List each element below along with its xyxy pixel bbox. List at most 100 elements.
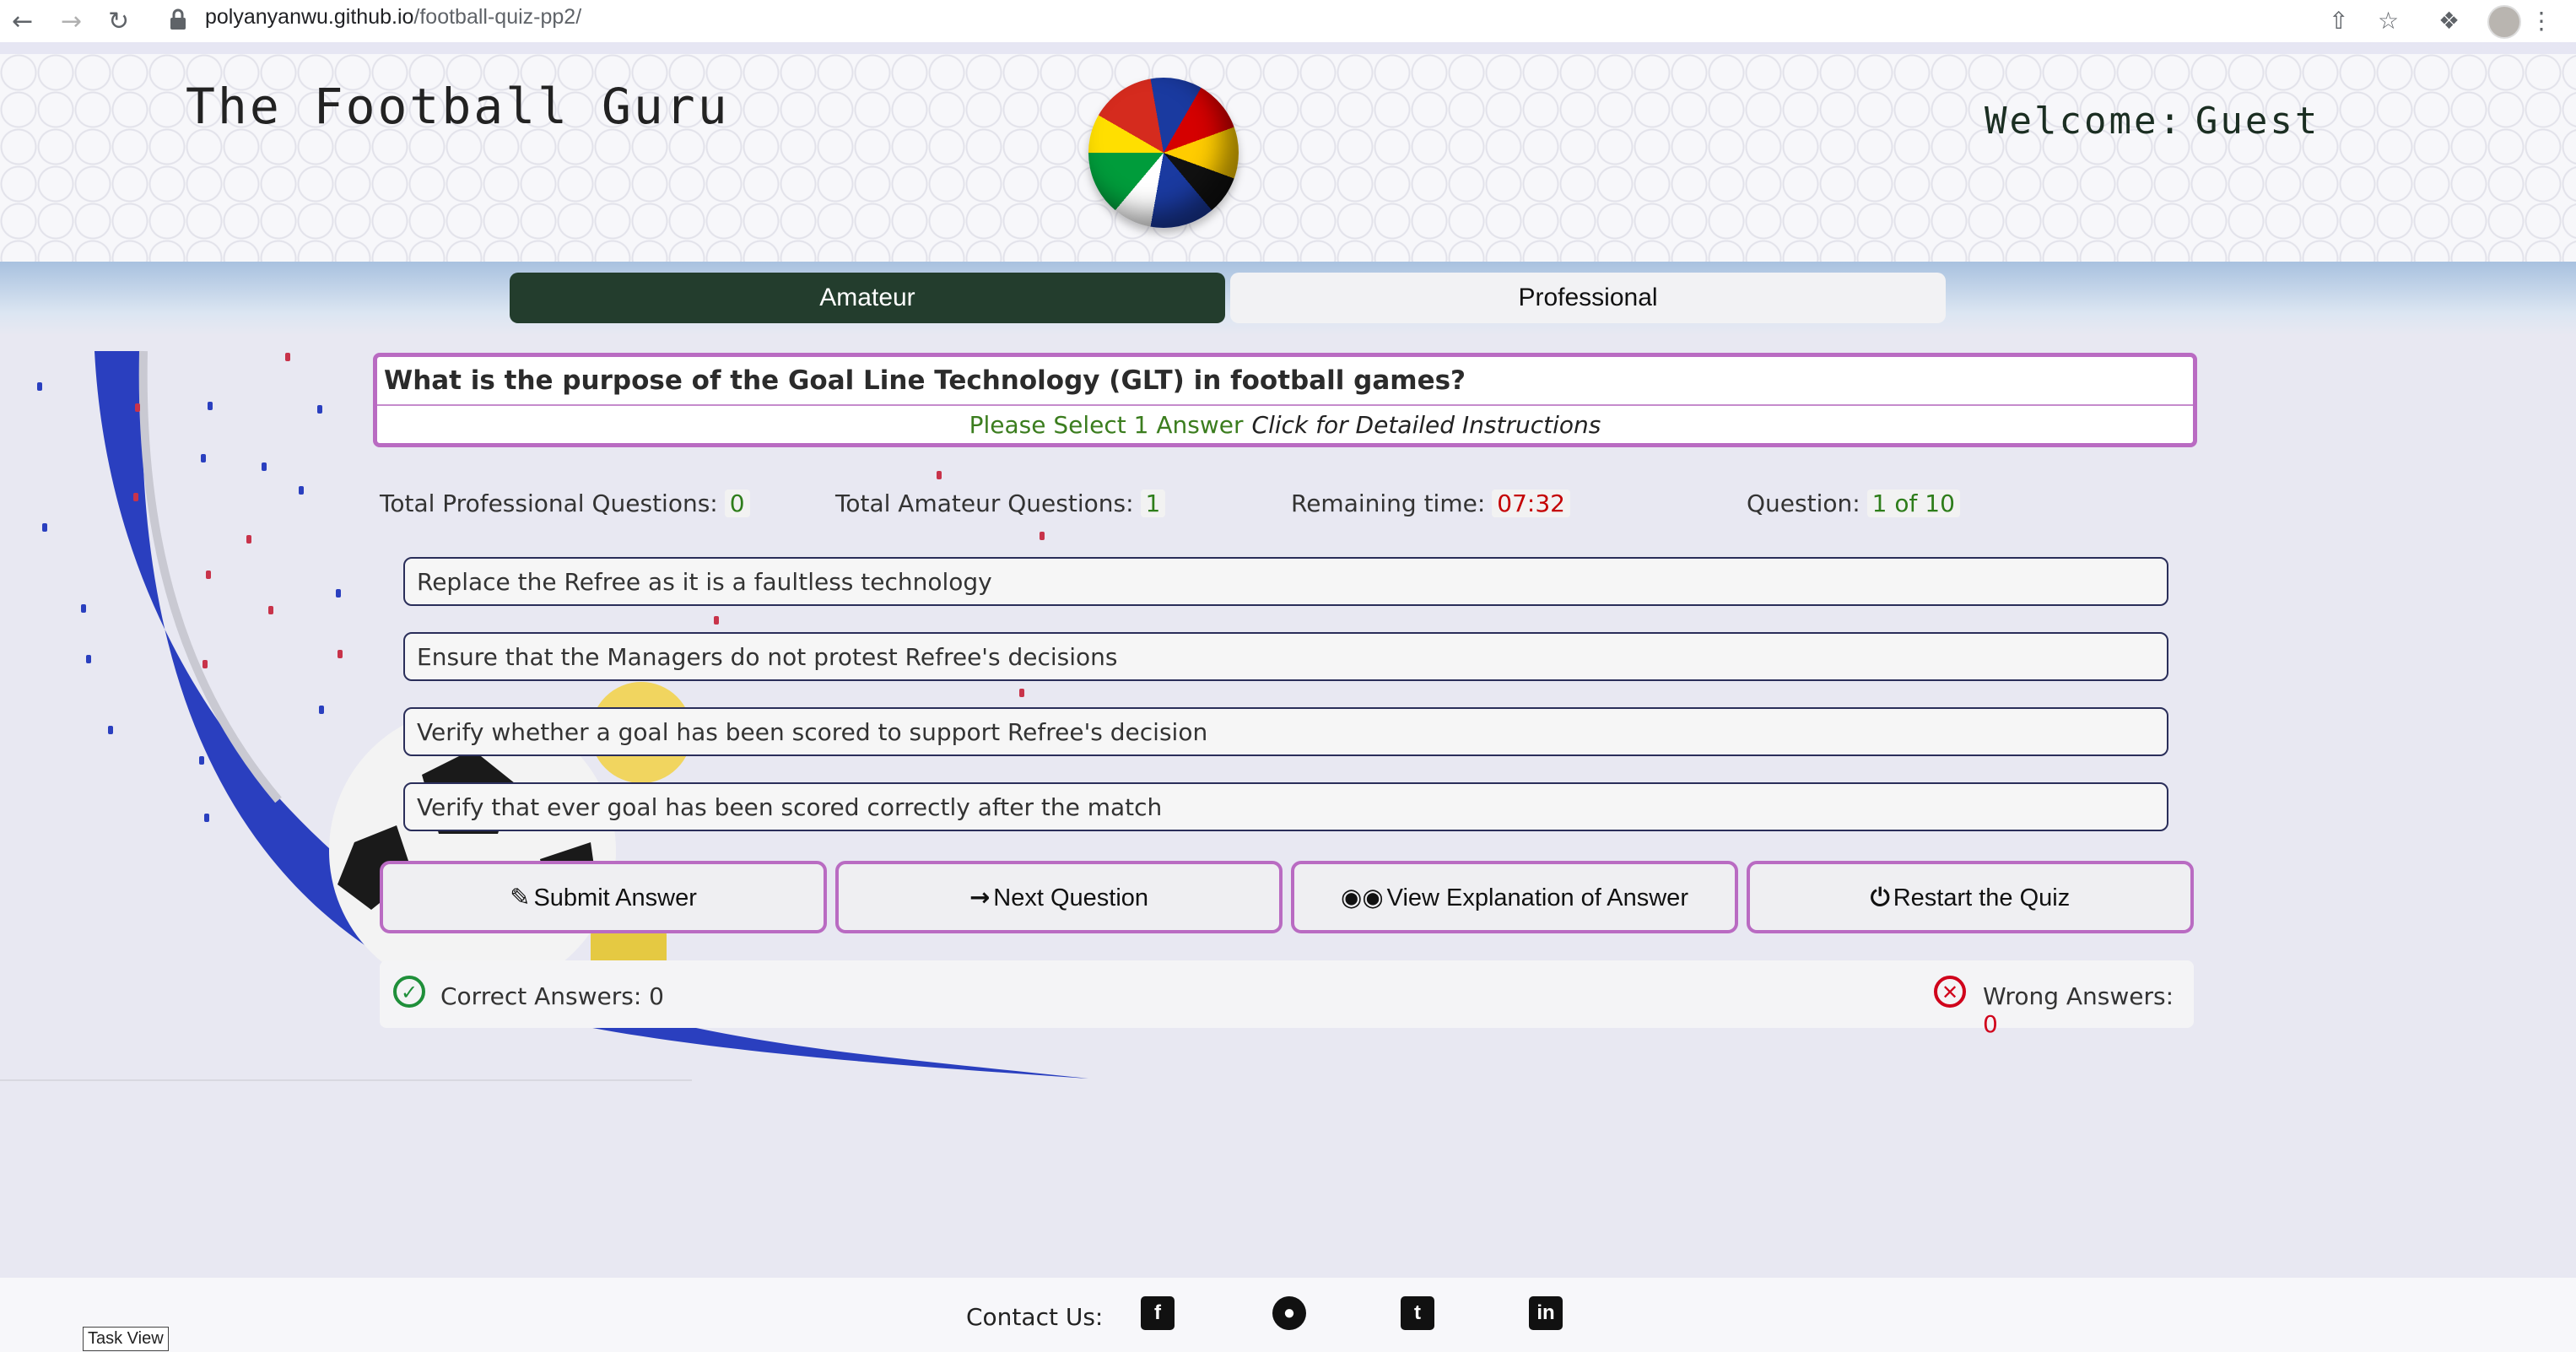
instructions-link[interactable]: Please Select 1 Answer Click for Detailed…	[377, 411, 2193, 439]
confetti-piece	[336, 589, 341, 598]
answer-option-2[interactable]: Ensure that the Managers do not protest …	[403, 632, 2168, 681]
url-path: /football-quiz-pp2/	[413, 5, 582, 29]
task-view-tooltip: Task View	[83, 1327, 169, 1351]
confetti-piece	[42, 523, 47, 532]
correct-answers-label: Correct Answers:	[440, 982, 642, 1010]
submit-answer-button[interactable]: ✎ Submit Answer	[380, 861, 827, 933]
remaining-time-label: Remaining time:	[1291, 489, 1486, 517]
confetti-piece	[199, 756, 204, 765]
confetti-piece	[86, 655, 91, 663]
amateur-questions-count: 1	[1140, 489, 1166, 517]
github-icon[interactable]: ●	[1272, 1296, 1306, 1330]
answer-option-text: Ensure that the Managers do not protest …	[417, 643, 1118, 671]
confetti-piece	[1019, 689, 1024, 697]
site-title[interactable]: The Football Guru	[186, 78, 730, 135]
wrong-answers-label: Wrong Answers:	[1983, 982, 2174, 1010]
confetti-piece	[338, 650, 343, 658]
username: Guest	[2195, 100, 2320, 143]
confetti-piece	[285, 353, 290, 361]
question-panel: What is the purpose of the Goal Line Tec…	[373, 353, 2197, 447]
answer-option-text: Verify that ever goal has been scored co…	[417, 793, 1163, 821]
confetti-piece	[201, 454, 206, 462]
remaining-time-stat: Remaining time: 07:32	[1291, 489, 1570, 517]
remaining-time-value: 07:32	[1492, 489, 1570, 517]
select-instruction: Please Select 1 Answer	[969, 411, 1244, 439]
header-top-stripe	[0, 42, 2576, 54]
correct-answers: Correct Answers: 0	[440, 982, 664, 1010]
answer-option-4[interactable]: Verify that ever goal has been scored co…	[403, 782, 2168, 831]
view-explanation-label: View Explanation of Answer	[1386, 884, 1688, 911]
score-panel: ✓ Correct Answers: 0 ✕ Wrong Answers: 0	[380, 960, 2194, 1038]
flag-football-logo	[1088, 78, 1239, 228]
url-domain: polyanyanwu.github.io	[205, 5, 414, 29]
confetti-piece	[714, 616, 719, 625]
welcome-message: Welcome: Guest	[1985, 100, 2319, 143]
confetti-piece	[81, 604, 86, 613]
back-arrow-icon[interactable]: ←	[12, 7, 33, 36]
professional-questions-stat: Total Professional Questions: 0	[380, 489, 750, 517]
level-tab-bar: Amateur Professional	[0, 262, 2576, 336]
wrong-answers: Wrong Answers: 0	[1983, 982, 2194, 1038]
facebook-icon[interactable]: f	[1141, 1296, 1175, 1330]
correct-answers-value: 0	[649, 982, 664, 1010]
question-progress-label: Question:	[1747, 489, 1860, 517]
confetti-piece	[937, 471, 942, 479]
question-progress-value: 1 of 10	[1866, 489, 1960, 517]
professional-questions-count: 0	[724, 489, 750, 517]
confetti-piece	[262, 462, 267, 471]
extensions-puzzle-icon[interactable]: ❖	[2438, 7, 2460, 35]
tab-amateur[interactable]: Amateur	[510, 273, 1225, 323]
confetti-piece	[299, 486, 304, 495]
answer-option-3[interactable]: Verify whether a goal has been scored to…	[403, 707, 2168, 756]
check-circle-icon: ✓	[393, 976, 425, 1008]
arrow-right-icon: →	[969, 883, 991, 911]
next-question-button[interactable]: → Next Question	[835, 861, 1283, 933]
share-icon[interactable]: ⇧	[2329, 7, 2348, 35]
menu-kebab-icon[interactable]: ⋮	[2530, 7, 2553, 35]
profile-avatar[interactable]	[2487, 5, 2521, 39]
confetti-piece	[268, 606, 273, 614]
confetti-piece	[208, 402, 213, 410]
lock-icon	[170, 8, 186, 30]
confetti-piece	[1040, 532, 1045, 540]
next-question-label: Next Question	[993, 884, 1149, 911]
twitter-icon[interactable]: t	[1401, 1296, 1434, 1330]
divider-line	[0, 1079, 692, 1081]
restart-quiz-button[interactable]: ⏻ Restart the Quiz	[1747, 861, 2194, 933]
confetti-piece	[319, 706, 324, 714]
confetti-piece	[246, 535, 251, 544]
question-progress-stat: Question: 1 of 10	[1747, 489, 1960, 517]
confetti-piece	[206, 571, 211, 579]
confetti-piece	[108, 726, 113, 734]
answer-option-text: Verify whether a goal has been scored to…	[417, 718, 1208, 746]
question-divider	[377, 404, 2193, 406]
question-text: What is the purpose of the Goal Line Tec…	[384, 365, 1466, 396]
reload-icon[interactable]: ↻	[108, 7, 129, 36]
forward-arrow-icon[interactable]: →	[61, 7, 82, 36]
answer-option-text: Replace the Refree as it is a faultless …	[417, 568, 992, 596]
detailed-instructions-link[interactable]: Click for Detailed Instructions	[1252, 411, 1601, 439]
browser-toolbar: ← → ↻ polyanyanwu.github.io/football-qui…	[0, 0, 2576, 43]
wrong-answers-value: 0	[1983, 1010, 1998, 1038]
professional-questions-label: Total Professional Questions:	[380, 489, 718, 517]
confetti-piece	[204, 814, 209, 822]
confetti-piece	[37, 382, 42, 391]
tab-professional[interactable]: Professional	[1230, 273, 1946, 323]
amateur-questions-stat: Total Amateur Questions: 1	[835, 489, 1166, 517]
restart-quiz-label: Restart the Quiz	[1893, 884, 2071, 911]
bookmark-star-icon[interactable]: ☆	[2378, 7, 2399, 35]
submit-answer-label: Submit Answer	[533, 884, 697, 911]
amateur-questions-label: Total Amateur Questions:	[835, 489, 1134, 517]
linkedin-icon[interactable]: in	[1529, 1296, 1563, 1330]
confetti-piece	[203, 660, 208, 668]
confetti-piece	[135, 403, 140, 412]
binoculars-icon: ◉◉	[1341, 883, 1384, 911]
contact-label: Contact Us:	[966, 1303, 1104, 1331]
address-bar[interactable]: polyanyanwu.github.io/football-quiz-pp2/	[205, 5, 581, 30]
answer-option-1[interactable]: Replace the Refree as it is a faultless …	[403, 557, 2168, 606]
confetti-piece	[133, 493, 138, 501]
site-header: The Football Guru Welcome: Guest	[0, 54, 2576, 262]
confetti-piece	[317, 405, 322, 414]
view-explanation-button[interactable]: ◉◉ View Explanation of Answer	[1291, 861, 1738, 933]
welcome-label: Welcome:	[1985, 100, 2184, 143]
